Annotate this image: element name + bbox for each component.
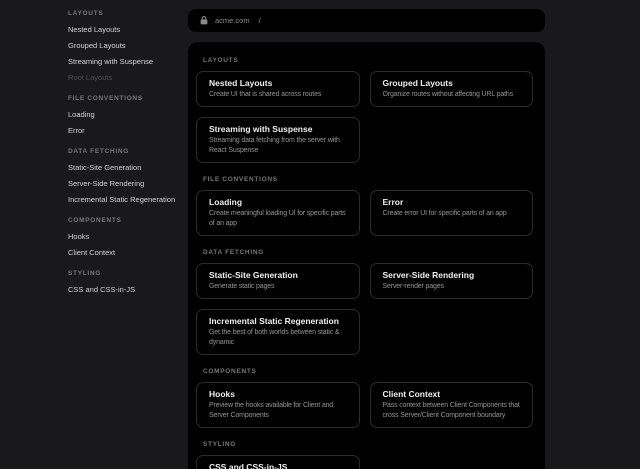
card-title: Nested Layouts	[209, 78, 347, 88]
feature-card-grouped-layouts[interactable]: Grouped Layouts Organize routes without …	[370, 71, 534, 107]
sidebar-group: File Conventions Loading Error	[68, 91, 188, 139]
feature-card-hooks[interactable]: Hooks Preview the hooks available for Cl…	[196, 382, 360, 428]
feature-card-error[interactable]: Error Create error UI for specific parts…	[370, 190, 534, 236]
sidebar-item-nested-layouts[interactable]: Nested Layouts	[68, 22, 188, 38]
sidebar-item-hooks[interactable]: Hooks	[68, 229, 188, 245]
card-grid: Loading Create meaningful loading UI for…	[196, 190, 533, 236]
section-header: Layouts	[203, 57, 533, 65]
sidebar-item-client-context[interactable]: Client Context	[68, 245, 188, 261]
section-header: Data Fetching	[203, 249, 533, 257]
card-title: Static-Site Generation	[209, 270, 347, 280]
feature-card-streaming-with-suspense[interactable]: Streaming with Suspense Streaming data f…	[196, 117, 360, 163]
sidebar-item-grouped-layouts[interactable]: Grouped Layouts	[68, 38, 188, 54]
lock-icon	[200, 16, 208, 25]
card-section: Layouts Nested Layouts Create UI that is…	[196, 57, 533, 163]
card-description: Generate static pages	[209, 282, 347, 292]
content-panel: Layouts Nested Layouts Create UI that is…	[188, 42, 545, 469]
feature-card-loading[interactable]: Loading Create meaningful loading UI for…	[196, 190, 360, 236]
sidebar-group: Layouts Nested Layouts Grouped Layouts S…	[68, 6, 188, 86]
card-title: Client Context	[383, 389, 521, 399]
card-section: Styling CSS and CSS-in-JS Preview the su…	[196, 441, 533, 469]
feature-card-server-side-rendering[interactable]: Server-Side Rendering Server-render page…	[370, 263, 534, 299]
card-title: CSS and CSS-in-JS	[209, 462, 347, 469]
card-description: Organize routes without affecting URL pa…	[383, 90, 521, 100]
sidebar-item-error[interactable]: Error	[68, 123, 188, 139]
section-header: Styling	[203, 441, 533, 449]
card-title: Hooks	[209, 389, 347, 399]
card-description: Preview the hooks available for Client a…	[209, 401, 347, 421]
section-header: Components	[203, 368, 533, 376]
card-title: Error	[383, 197, 521, 207]
sidebar: Layouts Nested Layouts Grouped Layouts S…	[68, 6, 188, 303]
sidebar-group: Data Fetching Static-Site Generation Ser…	[68, 144, 188, 208]
sidebar-group-header: Styling	[68, 266, 188, 282]
card-title: Incremental Static Regeneration	[209, 316, 347, 326]
sidebar-group-header: File Conventions	[68, 91, 188, 107]
card-grid: CSS and CSS-in-JS Preview the supported …	[196, 455, 533, 469]
feature-card-client-context[interactable]: Client Context Pass context between Clie…	[370, 382, 534, 428]
card-description: Create UI that is shared across routes	[209, 90, 347, 100]
sidebar-group-header: Layouts	[68, 6, 188, 22]
sidebar-item-loading[interactable]: Loading	[68, 107, 188, 123]
feature-card-incremental-static-regeneration[interactable]: Incremental Static Regeneration Get the …	[196, 309, 360, 355]
feature-card-css-and-css-in-js[interactable]: CSS and CSS-in-JS Preview the supported …	[196, 455, 360, 469]
sidebar-group-header: Components	[68, 213, 188, 229]
main-area: acme.com / Layouts Nested Layouts Create…	[188, 0, 545, 469]
sidebar-group: Components Hooks Client Context	[68, 213, 188, 261]
address-bar[interactable]: acme.com /	[188, 9, 545, 32]
card-section: File Conventions Loading Create meaningf…	[196, 176, 533, 236]
sidebar-item-static-site-generation[interactable]: Static-Site Generation	[68, 160, 188, 176]
feature-card-nested-layouts[interactable]: Nested Layouts Create UI that is shared …	[196, 71, 360, 107]
sidebar-group: Styling CSS and CSS-in-JS	[68, 266, 188, 298]
card-grid: Nested Layouts Create UI that is shared …	[196, 71, 533, 163]
sidebar-item-css-and-css-in-js[interactable]: CSS and CSS-in-JS	[68, 282, 188, 298]
card-description: Create meaningful loading UI for specifi…	[209, 209, 347, 229]
sidebar-group-header: Data Fetching	[68, 144, 188, 160]
card-title: Grouped Layouts	[383, 78, 521, 88]
card-description: Server-render pages	[383, 282, 521, 292]
card-title: Streaming with Suspense	[209, 124, 347, 134]
address-path-separator: /	[259, 16, 261, 25]
sidebar-item-streaming-with-suspense[interactable]: Streaming with Suspense	[68, 54, 188, 70]
card-grid: Static-Site Generation Generate static p…	[196, 263, 533, 355]
card-title: Server-Side Rendering	[383, 270, 521, 280]
feature-card-static-site-generation[interactable]: Static-Site Generation Generate static p…	[196, 263, 360, 299]
card-section: Data Fetching Static-Site Generation Gen…	[196, 249, 533, 355]
card-description: Pass context between Client Components t…	[383, 401, 521, 421]
sidebar-item-incremental-static-regeneration[interactable]: Incremental Static Regeneration	[68, 192, 188, 208]
sidebar-item-server-side-rendering[interactable]: Server-Side Rendering	[68, 176, 188, 192]
card-grid: Hooks Preview the hooks available for Cl…	[196, 382, 533, 428]
address-domain: acme.com	[215, 16, 250, 25]
card-description: Get the best of both worlds between stat…	[209, 328, 347, 348]
card-section: Components Hooks Preview the hooks avail…	[196, 368, 533, 428]
card-description: Streaming data fetching from the server …	[209, 136, 347, 156]
section-header: File Conventions	[203, 176, 533, 184]
card-title: Loading	[209, 197, 347, 207]
card-description: Create error UI for specific parts of an…	[383, 209, 521, 219]
sidebar-item-root-layouts[interactable]: Root Layouts	[68, 70, 188, 86]
